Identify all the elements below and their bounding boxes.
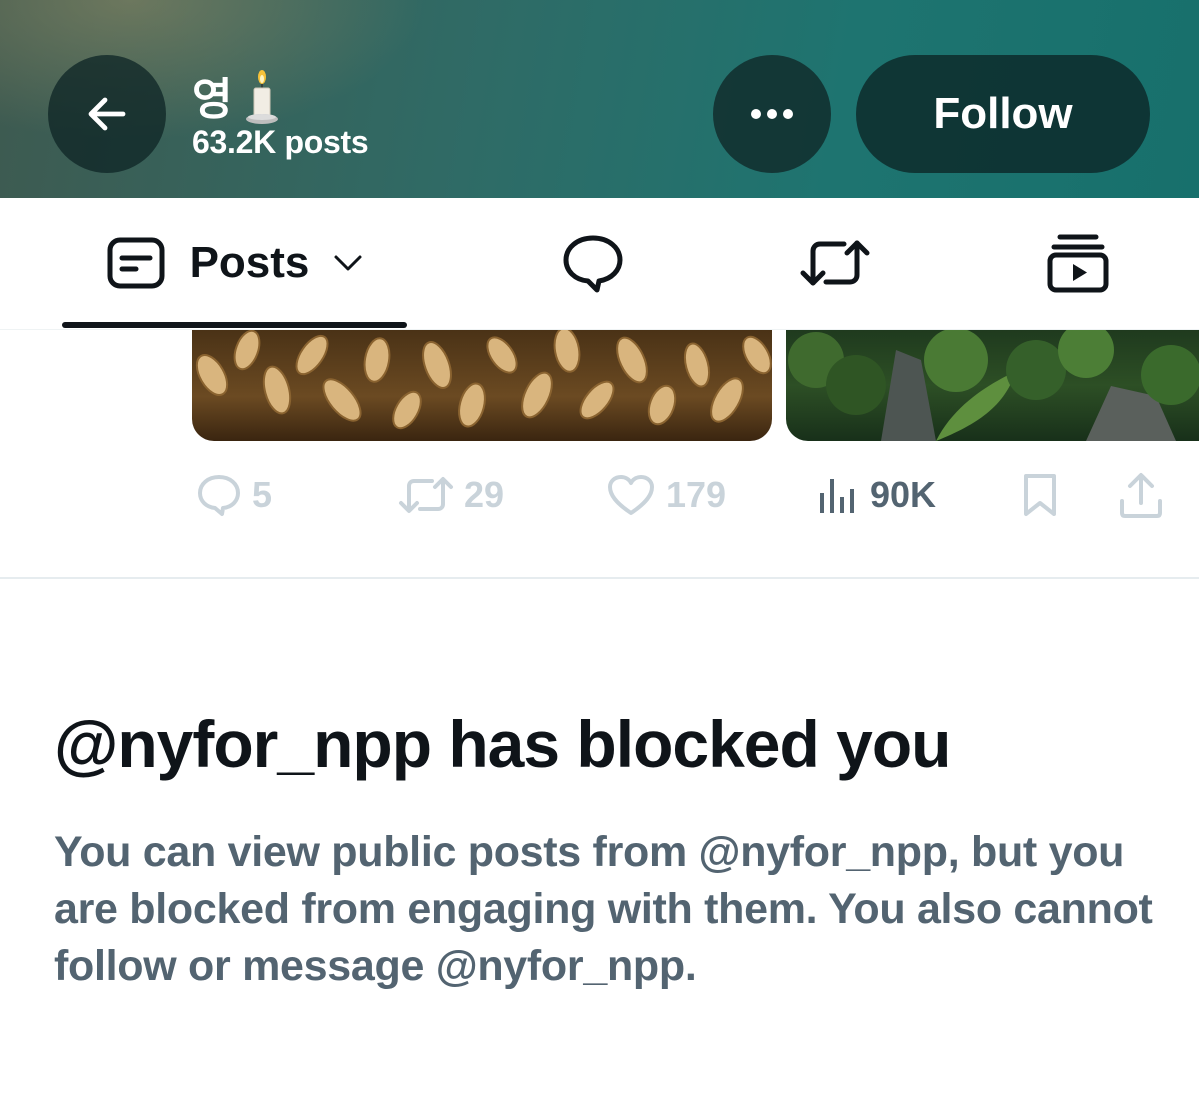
profile-name-text: 영 <box>192 74 233 125</box>
more-options-button[interactable] <box>713 55 831 173</box>
blocked-title: @nyfor_npp has blocked you <box>54 707 952 781</box>
follow-button[interactable]: Follow <box>856 55 1150 173</box>
heart-icon <box>608 475 654 515</box>
reply-button[interactable]: 5 <box>196 465 272 525</box>
share-icon <box>1120 473 1162 518</box>
arrow-left-icon <box>88 97 126 131</box>
repost-icon <box>800 240 869 286</box>
candle-icon <box>246 70 279 124</box>
tab-replies[interactable] <box>540 198 645 328</box>
more-horizontal-icon <box>751 109 793 119</box>
share-button[interactable] <box>1118 465 1164 525</box>
like-button[interactable]: 179 <box>606 465 726 525</box>
reply-icon <box>198 475 240 516</box>
profile-header: 영 63.2K posts Follow <box>0 0 1199 198</box>
tab-posts[interactable]: Posts <box>62 198 407 328</box>
post-image-forest[interactable] <box>786 330 1199 441</box>
chevron-down-icon <box>334 255 362 271</box>
repost-button[interactable]: 29 <box>398 465 504 525</box>
posts-icon <box>107 237 165 289</box>
tab-reposts[interactable] <box>782 198 887 328</box>
profile-name: 영 <box>192 66 282 126</box>
tab-posts-label: Posts <box>189 238 310 287</box>
like-count: 179 <box>666 474 727 515</box>
repost-count: 29 <box>464 474 505 515</box>
profile-tabs: Posts <box>0 198 1199 330</box>
anemone-photo <box>195 330 772 430</box>
repost-icon <box>399 477 453 513</box>
post-image-anemone[interactable] <box>192 330 772 441</box>
views-button[interactable]: 90K <box>816 465 936 525</box>
post-actions: 5 29 179 90K <box>192 465 1192 525</box>
view-count: 90K <box>870 474 937 515</box>
speech-bubble-icon <box>563 235 622 293</box>
analytics-bar-icon <box>820 479 854 513</box>
reply-count: 5 <box>252 474 273 515</box>
active-tab-indicator <box>62 322 407 328</box>
tab-media[interactable] <box>1025 198 1130 328</box>
forest-photo <box>788 330 1199 441</box>
back-button[interactable] <box>48 55 166 173</box>
blocked-description: You can view public posts from @nyfor_np… <box>54 828 1153 990</box>
video-play-icon <box>1047 234 1108 293</box>
section-divider <box>0 577 1199 579</box>
post-count: 63.2K posts <box>192 124 369 160</box>
bookmark-icon <box>1024 474 1056 516</box>
bookmark-button[interactable] <box>1020 465 1060 525</box>
